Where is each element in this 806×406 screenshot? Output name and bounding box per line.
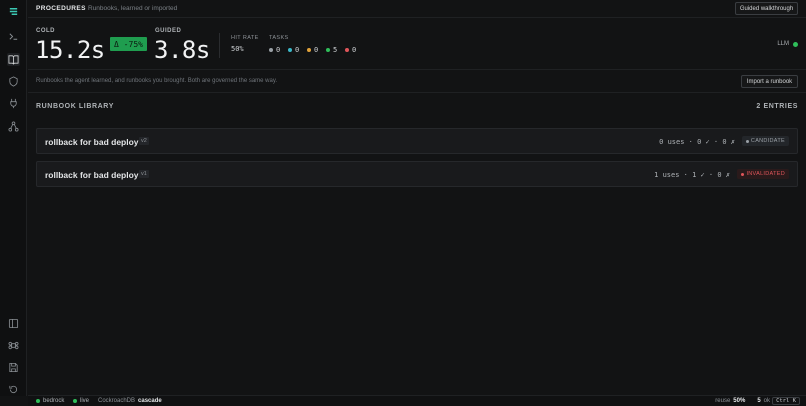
llm-status: LLM — [777, 41, 798, 47]
guided-walkthrough-button[interactable]: Guided walkthrough — [735, 2, 798, 15]
bedrock-status: bedrock — [36, 398, 64, 404]
runbook-name: rollback for bad deploy — [45, 170, 139, 180]
cold-value: 15.2s — [35, 36, 105, 64]
runbook-stats: 1 uses · 1 ✓ · 0 ✗ — [654, 171, 730, 179]
command-shortcut[interactable]: Ctrl K — [772, 397, 800, 405]
runbook-stats: 0 uses · 0 ✓ · 0 ✗ — [659, 138, 735, 146]
runbook-version: v2 — [139, 137, 149, 145]
cyan-dot-icon — [288, 48, 292, 52]
task-count-cyan: 0 — [288, 46, 299, 54]
save-icon[interactable] — [7, 361, 20, 374]
runbook-entry[interactable]: rollback for bad deploy v2 0 uses · 0 ✓ … — [36, 128, 798, 154]
candidate-dot-icon — [745, 139, 749, 143]
shield-icon[interactable] — [7, 75, 20, 88]
cold-label: COLD — [36, 28, 55, 34]
delta-badge: Δ -75% — [110, 37, 147, 51]
invalidated-dot-icon — [741, 172, 745, 176]
hit-rate-label: HIT RATE — [231, 35, 259, 41]
import-runbook-button[interactable]: Import a runbook — [741, 75, 798, 88]
logo-icon[interactable] — [7, 5, 20, 18]
metrics-divider — [219, 33, 220, 58]
guided-label: GUIDED — [155, 28, 182, 34]
book-icon[interactable] — [7, 53, 20, 66]
status-dot-icon — [36, 399, 40, 403]
reuse-stats: reuse 50% 5 ok — [715, 398, 770, 404]
left-rail — [0, 0, 27, 396]
tasks-label: TASKS — [269, 35, 289, 41]
status-bar: bedrock live CockroachDB cascade reuse 50%… — [28, 395, 806, 406]
page-subtitle: Runbooks, learned or imported — [88, 5, 178, 12]
llm-status-dot-icon — [793, 41, 798, 47]
task-count-green: 5 — [326, 46, 337, 54]
plug-icon[interactable] — [7, 97, 20, 110]
hit-rate-value: 50% — [231, 45, 244, 53]
top-bar: PROCEDURES Runbooks, learned or imported… — [28, 0, 806, 18]
library-title: RUNBOOK LIBRARY — [36, 103, 114, 110]
runbook-name: rollback for bad deploy — [45, 137, 139, 147]
task-count-amber: 0 — [307, 46, 318, 54]
runbook-version: v1 — [139, 170, 149, 178]
metrics-panel: COLD 15.2s Δ -75% GUIDED 3.8s HIT RATE 5… — [28, 19, 806, 70]
info-bar: Runbooks the agent learned, and runbooks… — [28, 71, 806, 93]
guided-value: 3.8s — [154, 36, 210, 64]
status-badge: INVALIDATED — [737, 169, 789, 179]
info-text: Runbooks the agent learned, and runbooks… — [36, 78, 278, 84]
grey-dot-icon — [269, 48, 273, 52]
command-icon[interactable] — [7, 339, 20, 352]
amber-dot-icon — [307, 48, 311, 52]
terminal-icon[interactable] — [7, 30, 20, 43]
database-status: CockroachDB cascade — [98, 398, 162, 404]
page-title: PROCEDURES — [36, 5, 86, 12]
status-dot-icon — [73, 399, 77, 403]
graph-icon[interactable] — [7, 120, 20, 133]
task-count-red: 0 — [345, 46, 356, 54]
status-badge: CANDIDATE — [741, 136, 789, 146]
red-dot-icon — [345, 48, 349, 52]
panel-icon[interactable] — [7, 317, 20, 330]
live-status: live — [73, 398, 89, 404]
history-icon[interactable] — [7, 383, 20, 396]
green-dot-icon — [326, 48, 330, 52]
task-count-grey: 0 — [269, 46, 280, 54]
runbook-entry[interactable]: rollback for bad deploy v1 1 uses · 1 ✓ … — [36, 161, 798, 187]
library-count: 2 ENTRIES — [756, 103, 798, 110]
